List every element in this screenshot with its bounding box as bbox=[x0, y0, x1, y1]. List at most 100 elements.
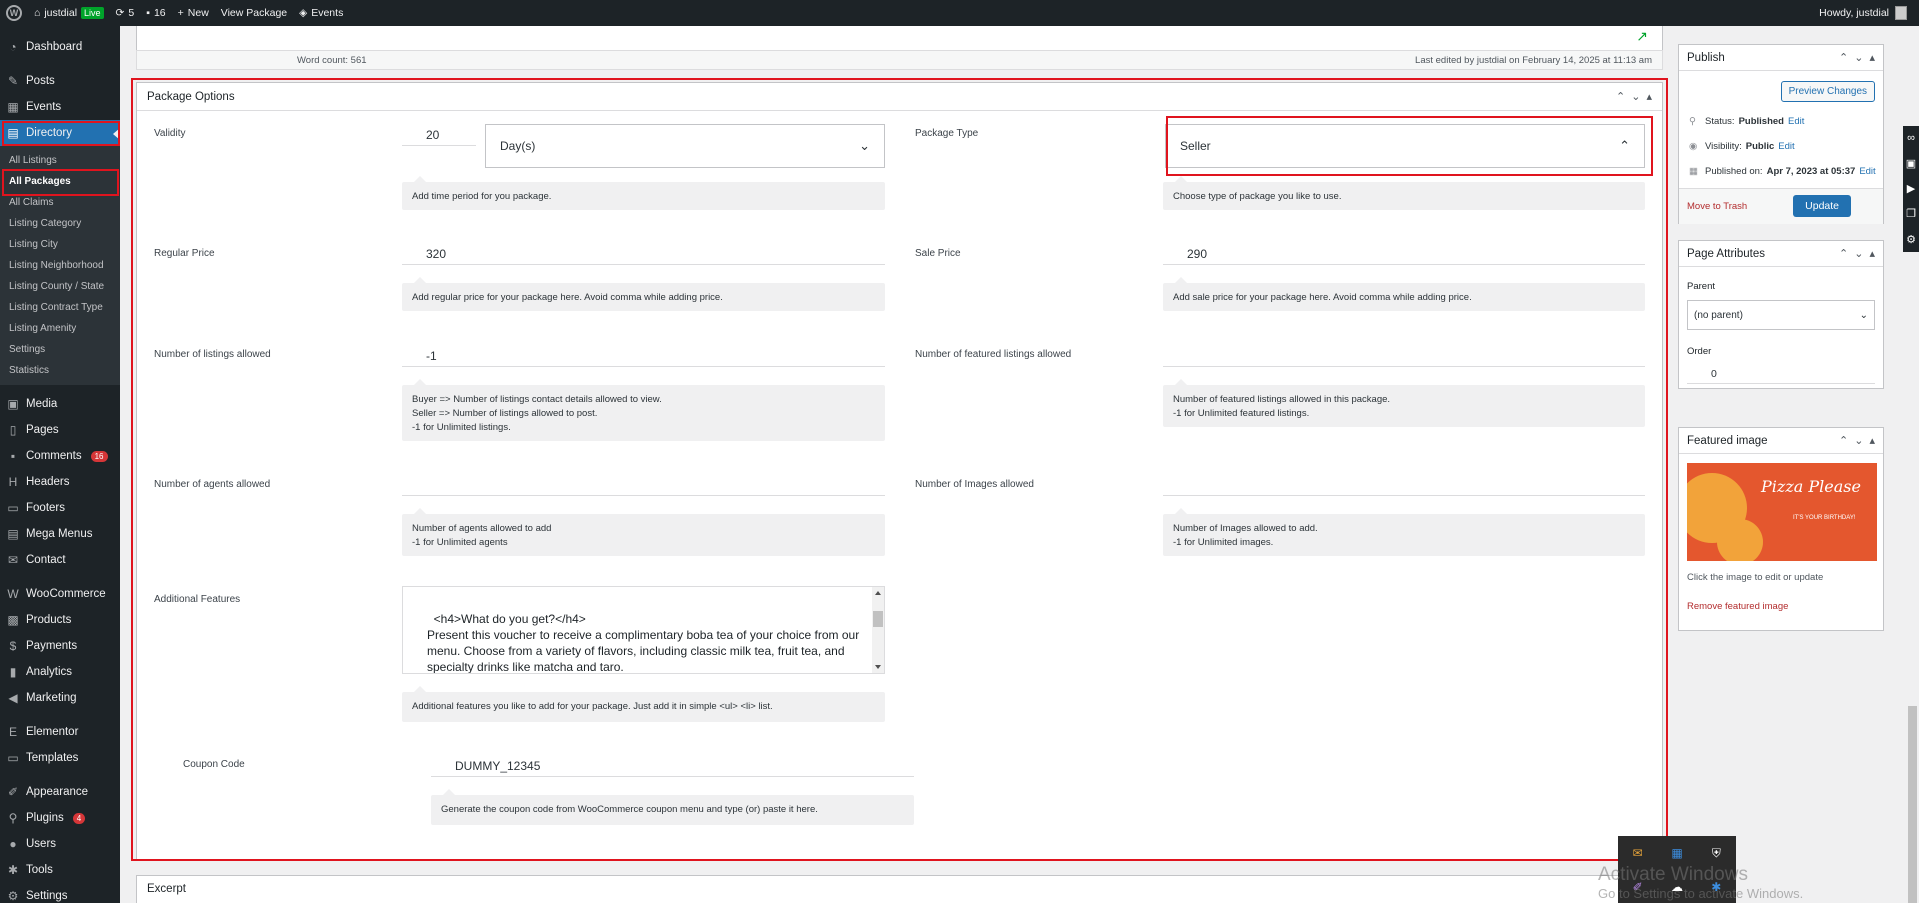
my-account-menu[interactable]: Howdy, justdial bbox=[1819, 6, 1919, 20]
menu-payments[interactable]: $ Payments bbox=[0, 633, 120, 659]
featured-listings-input[interactable] bbox=[1163, 345, 1645, 367]
parent-select[interactable]: (no parent) ⌄ bbox=[1687, 300, 1875, 330]
move-up-icon[interactable]: ⌃ bbox=[1839, 51, 1848, 64]
menu-settings[interactable]: ⚙ Settings bbox=[0, 883, 120, 903]
move-down-icon[interactable]: ⌄ bbox=[1631, 90, 1640, 103]
submenu-listing-county[interactable]: Listing County / State bbox=[0, 276, 120, 297]
comments-link[interactable]: ▪ 16 bbox=[140, 0, 171, 26]
menu-analytics[interactable]: ▮ Analytics bbox=[0, 659, 120, 685]
menu-pages[interactable]: ▯ Pages bbox=[0, 417, 120, 443]
menu-mega-menus[interactable]: ▤ Mega Menus bbox=[0, 521, 120, 547]
validity-unit-select[interactable]: Day(s) ⌄ bbox=[485, 124, 885, 168]
collapse-icon[interactable]: ▴ bbox=[1646, 90, 1652, 103]
package-options-header[interactable]: Package Options ⌃ ⌄ ▴ bbox=[137, 83, 1662, 111]
menu-users[interactable]: ● Users bbox=[0, 831, 120, 857]
scroll-up-icon[interactable] bbox=[875, 591, 881, 595]
submenu-all-listings[interactable]: All Listings bbox=[0, 150, 120, 171]
wordpress-icon: W bbox=[6, 5, 22, 21]
collapse-icon[interactable]: ▴ bbox=[1869, 51, 1875, 64]
images-allowed-input[interactable] bbox=[1163, 474, 1645, 496]
submenu-listing-category[interactable]: Listing Category bbox=[0, 213, 120, 234]
scroll-thumb[interactable] bbox=[873, 611, 883, 627]
move-up-icon[interactable]: ⌃ bbox=[1839, 434, 1848, 447]
menu-woocommerce[interactable]: W WooCommerce bbox=[0, 581, 120, 607]
page-attributes-header[interactable]: Page Attributes ⌃ ⌄ ▴ bbox=[1679, 241, 1883, 267]
move-to-trash-link[interactable]: Move to Trash bbox=[1687, 201, 1747, 212]
link-icon[interactable]: ∞ bbox=[1907, 132, 1915, 144]
menu-dashboard[interactable]: ◔ Dashboard bbox=[0, 34, 120, 60]
megaphone-icon: ◀ bbox=[8, 691, 18, 705]
submenu-statistics[interactable]: Statistics bbox=[0, 360, 120, 381]
collapse-icon[interactable]: ▴ bbox=[1869, 434, 1875, 447]
menu-directory[interactable]: ▤ Directory bbox=[0, 120, 120, 146]
menu-plugins[interactable]: ⚲ Plugins 4 bbox=[0, 805, 120, 831]
view-package-link[interactable]: View Package bbox=[215, 0, 293, 26]
agents-allowed-input[interactable] bbox=[402, 474, 885, 496]
move-down-icon[interactable]: ⌄ bbox=[1854, 434, 1863, 447]
remove-featured-image-link[interactable]: Remove featured image bbox=[1687, 601, 1788, 612]
collapse-icon[interactable]: ▴ bbox=[1869, 247, 1875, 260]
menu-contact[interactable]: ✉ Contact bbox=[0, 547, 120, 573]
new-content-link[interactable]: + New bbox=[172, 0, 215, 26]
update-button[interactable]: Update bbox=[1793, 195, 1851, 217]
edit-date-link[interactable]: Edit bbox=[1859, 166, 1875, 177]
events-link[interactable]: ◈ Events bbox=[293, 0, 349, 26]
submenu-all-claims[interactable]: All Claims bbox=[0, 192, 120, 213]
move-up-icon[interactable]: ⌃ bbox=[1839, 247, 1848, 260]
camera-icon[interactable]: ▣ bbox=[1906, 157, 1916, 170]
windows-icon[interactable]: ❐ bbox=[1906, 207, 1916, 220]
move-up-icon[interactable]: ⌃ bbox=[1616, 90, 1625, 103]
updates-link[interactable]: ⟳ 5 bbox=[110, 0, 141, 26]
elementor-icon: E bbox=[8, 725, 17, 739]
additional-features-textarea[interactable]: <h4>What do you get?</h4> Present this v… bbox=[402, 586, 885, 674]
listings-allowed-input[interactable]: -1 bbox=[402, 345, 885, 367]
wp-logo-menu[interactable]: W bbox=[0, 0, 28, 26]
submenu-listing-neighborhood[interactable]: Listing Neighborhood bbox=[0, 255, 120, 276]
gear-icon[interactable]: ⚙ bbox=[1906, 233, 1916, 246]
regular-price-input[interactable]: 320 bbox=[402, 243, 885, 265]
menu-marketing[interactable]: ◀ Marketing bbox=[0, 685, 120, 711]
edit-status-link[interactable]: Edit bbox=[1788, 116, 1804, 127]
site-name-link[interactable]: ⌂ justdial Live bbox=[28, 0, 110, 26]
preview-changes-button[interactable]: Preview Changes bbox=[1780, 81, 1875, 102]
menu-elementor[interactable]: E Elementor bbox=[0, 719, 120, 745]
menu-footers[interactable]: ▭ Footers bbox=[0, 495, 120, 521]
validity-input[interactable]: 20 bbox=[402, 124, 476, 146]
page-icon: ▯ bbox=[9, 423, 17, 437]
move-down-icon[interactable]: ⌄ bbox=[1854, 247, 1863, 260]
package-type-select[interactable]: Seller ⌃ bbox=[1165, 124, 1645, 168]
screen-tools-strip: ∞ ▣ ▶ ❐ ⚙ bbox=[1903, 126, 1919, 252]
publish-actions: Move to Trash Update bbox=[1679, 188, 1883, 224]
submenu-all-packages[interactable]: All Packages bbox=[0, 171, 120, 192]
menu-posts[interactable]: ✎ Posts bbox=[0, 68, 120, 94]
menu-tools[interactable]: ✱ Tools bbox=[0, 857, 120, 883]
order-input[interactable]: 0 bbox=[1687, 364, 1875, 384]
edit-visibility-link[interactable]: Edit bbox=[1778, 141, 1794, 152]
publish-header[interactable]: Publish ⌃ ⌄ ▴ bbox=[1679, 45, 1883, 71]
pizza-graphic-2 bbox=[1717, 519, 1763, 561]
menu-media[interactable]: ▣ Media bbox=[0, 391, 120, 417]
app-tray-icon[interactable]: ▦ bbox=[1671, 846, 1682, 860]
menu-comments[interactable]: ▪ Comments 16 bbox=[0, 443, 120, 469]
mail-tray-icon[interactable]: ✉ bbox=[1633, 846, 1643, 860]
featured-image-thumbnail[interactable]: Pizza Please IT'S YOUR BIRTHDAY! bbox=[1687, 463, 1877, 561]
menu-products[interactable]: ▩ Products bbox=[0, 607, 120, 633]
menu-appearance[interactable]: ✐ Appearance bbox=[0, 779, 120, 805]
shield-tray-icon[interactable]: ⛨ bbox=[1712, 846, 1721, 861]
menu-templates[interactable]: ▭ Templates bbox=[0, 745, 120, 771]
move-down-icon[interactable]: ⌄ bbox=[1854, 51, 1863, 64]
submenu-listing-city[interactable]: Listing City bbox=[0, 234, 120, 255]
submenu-listing-amenity[interactable]: Listing Amenity bbox=[0, 318, 120, 339]
page-scroll-thumb[interactable] bbox=[1908, 706, 1917, 903]
textarea-scrollbar[interactable] bbox=[872, 587, 884, 673]
menu-events[interactable]: ▦ Events bbox=[0, 94, 120, 120]
submenu-listing-contract-type[interactable]: Listing Contract Type bbox=[0, 297, 120, 318]
coupon-code-input[interactable]: DUMMY_12345 bbox=[431, 755, 914, 777]
featured-image-header[interactable]: Featured image ⌃ ⌄ ▴ bbox=[1679, 428, 1883, 454]
video-icon[interactable]: ▶ bbox=[1907, 182, 1915, 195]
menu-headers[interactable]: H Headers bbox=[0, 469, 120, 495]
excerpt-box[interactable]: Excerpt bbox=[136, 875, 1663, 903]
sale-price-input[interactable]: 290 bbox=[1163, 243, 1645, 265]
submenu-settings[interactable]: Settings bbox=[0, 339, 120, 360]
scroll-down-icon[interactable] bbox=[875, 665, 881, 669]
